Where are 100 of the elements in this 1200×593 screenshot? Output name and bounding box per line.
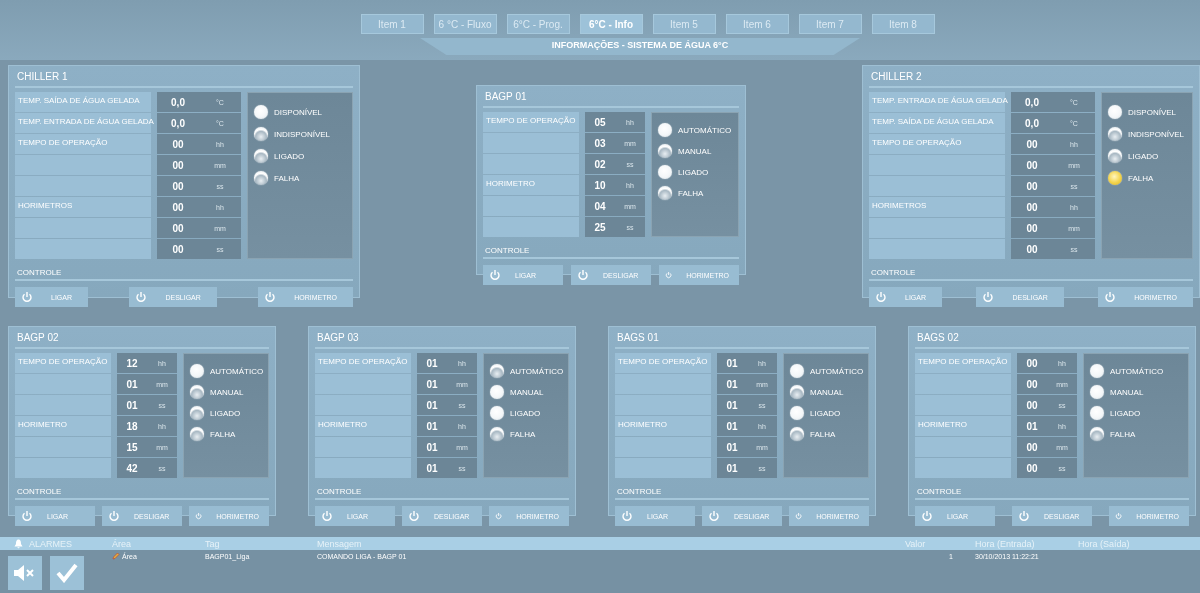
power-icon — [795, 510, 803, 522]
section-label: CONTROLE — [916, 486, 963, 498]
value-text: 01 — [425, 441, 439, 453]
value-text: 01 — [425, 462, 439, 474]
value-text: 00 — [171, 243, 185, 255]
label-cell: HORIMETRO — [615, 416, 711, 436]
value-text: 00 — [171, 180, 185, 192]
acknowledge-button[interactable] — [50, 556, 84, 590]
power-icon — [665, 269, 673, 281]
label-cell: HORIMETROS — [869, 197, 1005, 217]
value-text: 42 — [125, 462, 139, 474]
status-label: FALHA — [1128, 173, 1154, 183]
value-text: 00 — [1025, 138, 1039, 150]
value-text: 01 — [725, 378, 739, 390]
nav-tab[interactable]: Item 1 — [360, 14, 424, 34]
nav-tab[interactable]: Item 7 — [798, 14, 862, 34]
value-text: 01 — [1025, 420, 1039, 432]
power-icon — [708, 510, 720, 522]
value-text: 01 — [725, 420, 739, 432]
status-label: AUTOMÁTICO — [1110, 366, 1164, 376]
value-text: 0,0 — [170, 96, 186, 108]
speaker-muted-icon — [13, 563, 37, 583]
value-text: 00 — [171, 159, 185, 171]
value-text: 02 — [593, 158, 607, 170]
section-label: CONTROLE — [484, 245, 531, 257]
value-text: 18 — [125, 420, 139, 432]
value-text: 0,0 — [1024, 117, 1040, 129]
power-icon — [1115, 510, 1123, 522]
status-label: MANUAL — [810, 387, 844, 397]
status-label: INDISPONÍVEL — [274, 129, 330, 139]
status-label: AUTOMÁTICO — [510, 366, 564, 376]
nav-tab[interactable]: 6 °C - Fluxo — [433, 14, 497, 34]
label-cell: TEMPO DE OPERAÇÃO — [15, 353, 111, 373]
status-label: FALHA — [678, 188, 704, 198]
value-text: 01 — [425, 378, 439, 390]
power-icon — [621, 510, 633, 522]
column-header: Tag — [203, 537, 315, 550]
power-icon — [408, 510, 420, 522]
nav-tab[interactable]: Item 8 — [871, 14, 935, 34]
label-cell: TEMPO DE OPERAÇÃO — [15, 134, 151, 154]
value-text: 01 — [725, 357, 739, 369]
status-label: LIGADO — [678, 167, 709, 177]
panel-title: BAGS 01 — [615, 327, 869, 349]
label-cell: HORIMETRO — [915, 416, 1011, 436]
power-icon — [1104, 291, 1117, 303]
panel-title: CHILLER 2 — [869, 66, 1193, 88]
status-label: MANUAL — [1110, 387, 1144, 397]
status-label: LIGADO — [1110, 408, 1141, 418]
power-icon — [875, 291, 887, 303]
mute-button[interactable] — [8, 556, 42, 590]
panel-title: CHILLER 1 — [15, 66, 353, 88]
power-icon — [495, 510, 503, 522]
section-label: CONTROLE — [16, 486, 63, 498]
value-text: 0,0 — [170, 117, 186, 129]
label-cell: HORIMETRO — [315, 416, 411, 436]
power-icon — [1018, 510, 1030, 522]
value-text: 00 — [1025, 399, 1039, 411]
status-label: AUTOMÁTICO — [810, 366, 864, 376]
status-label: LIGADO — [510, 408, 541, 418]
power-icon — [264, 291, 277, 303]
value-text: 01 — [725, 399, 739, 411]
power-icon — [195, 510, 203, 522]
power-icon — [321, 510, 333, 522]
power-icon — [108, 510, 120, 522]
value-text: 00 — [1025, 441, 1039, 453]
label-cell: HORIMETRO — [483, 175, 579, 195]
status-label: MANUAL — [510, 387, 544, 397]
power-icon — [982, 291, 995, 303]
power-icon — [21, 291, 33, 303]
nav-tab[interactable]: Item 5 — [652, 14, 716, 34]
status-label: LIGADO — [810, 408, 841, 418]
value-text: 00 — [1025, 222, 1039, 234]
panel-title: BAGP 01 — [483, 86, 739, 108]
power-icon — [135, 291, 148, 303]
value-text: 01 — [725, 441, 739, 453]
nav-tab[interactable]: Item 6 — [725, 14, 789, 34]
section-label: CONTROLE — [870, 267, 917, 279]
status-label: FALHA — [1110, 429, 1136, 439]
value-text: 00 — [171, 138, 185, 150]
status-label: DISPONÍVEL — [1128, 107, 1176, 117]
value-text: 00 — [1025, 159, 1039, 171]
power-icon — [489, 269, 501, 281]
status-label: LIGADO — [274, 151, 305, 161]
status-label: AUTOMÁTICO — [678, 125, 732, 135]
checkmark-icon — [56, 563, 78, 583]
value-text: 25 — [593, 221, 607, 233]
value-text: 03 — [593, 137, 607, 149]
value-text: 01 — [425, 420, 439, 432]
page-title: INFORMAÇÕES - SISTEMA DE ÁGUA 6°C — [551, 40, 729, 50]
nav-tab[interactable]: 6°C - Prog. — [506, 14, 570, 34]
column-header: Mensagem — [315, 537, 903, 550]
nav-tab[interactable]: 6°C - Info — [579, 14, 643, 34]
label-cell: HORIMETROS — [15, 197, 151, 217]
status-label: FALHA — [810, 429, 836, 439]
value-text: 00 — [171, 222, 185, 234]
status-label: INDISPONÍVEL — [1128, 129, 1184, 139]
panel-title: BAGP 02 — [15, 327, 269, 349]
value-text: 00 — [1025, 462, 1039, 474]
value-text: 00 — [1025, 201, 1039, 213]
status-label: FALHA — [274, 173, 300, 183]
